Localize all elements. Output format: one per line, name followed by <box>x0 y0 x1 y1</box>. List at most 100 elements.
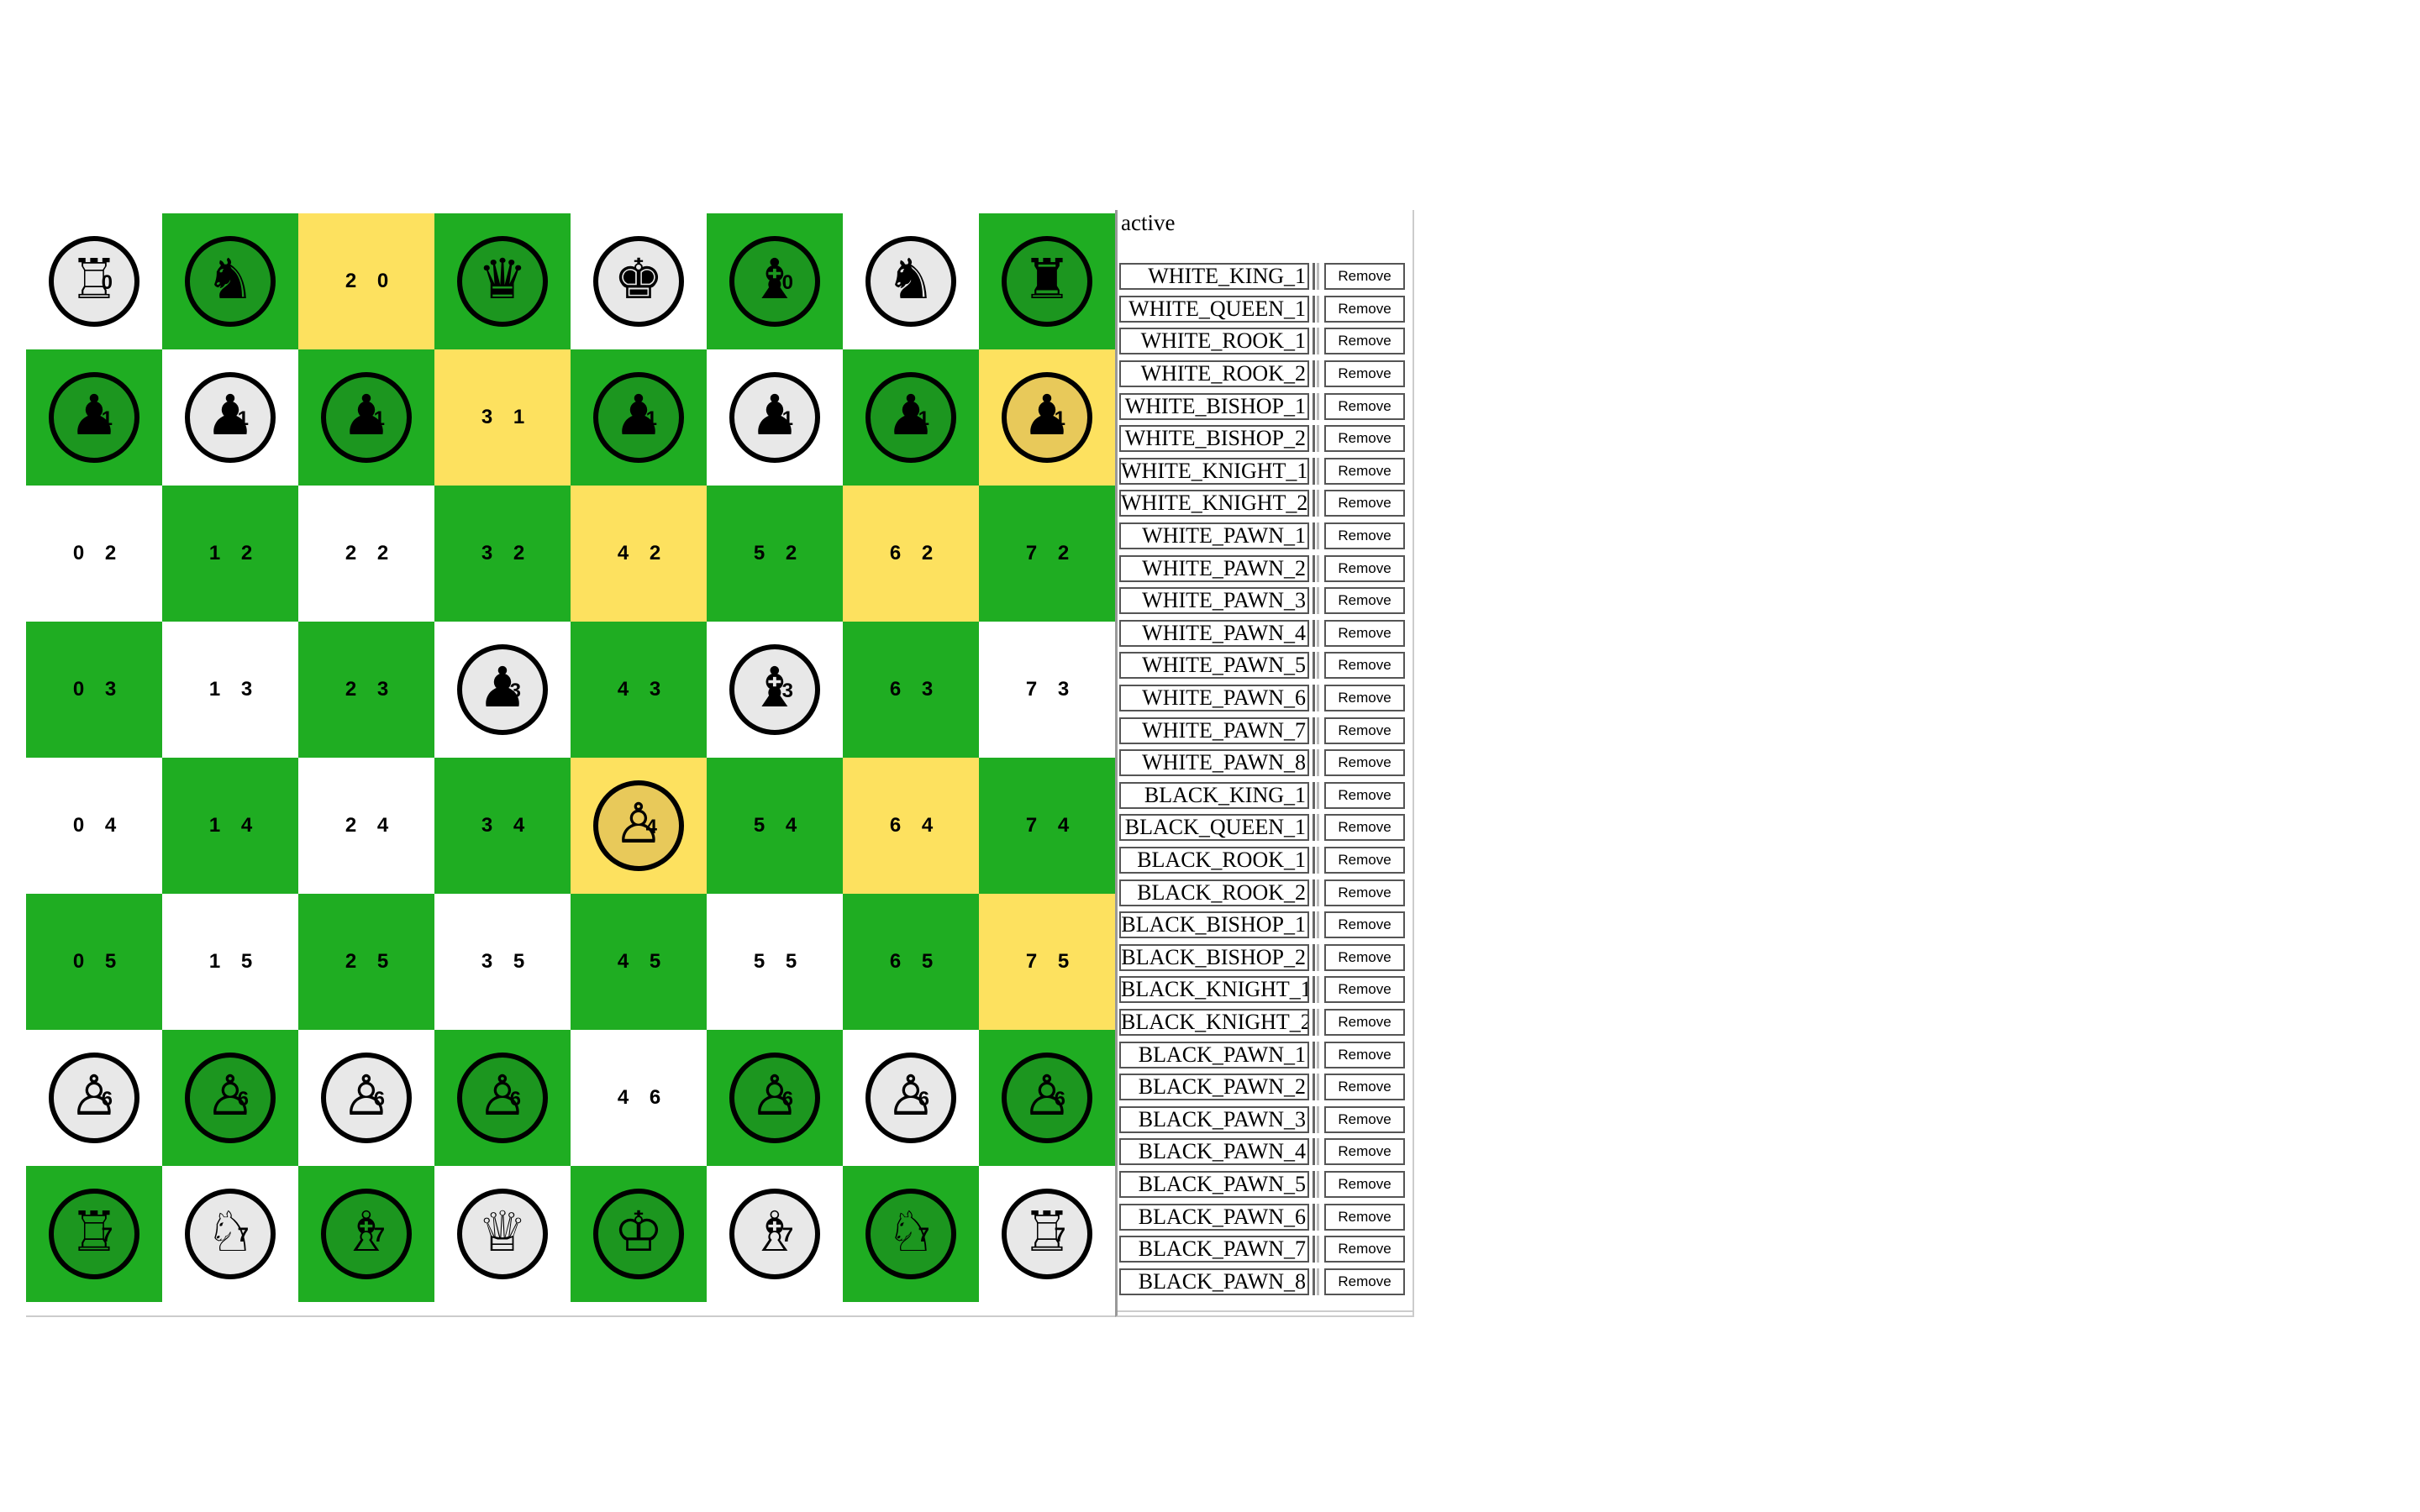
remove-button[interactable]: Remove <box>1324 295 1405 323</box>
chess-piece[interactable]: ♙ 6 <box>865 1053 956 1143</box>
chess-piece[interactable]: ♕ <box>457 1189 548 1279</box>
chess-piece[interactable]: ♘ 7 <box>865 1189 956 1279</box>
chess-piece[interactable]: ♟ 1 <box>865 372 956 463</box>
remove-button[interactable]: Remove <box>1324 1203 1405 1231</box>
board-square[interactable]: ♟ 3 <box>434 622 571 758</box>
chess-piece[interactable]: ♘ 7 <box>185 1189 276 1279</box>
board-square[interactable]: ♘ 7 <box>843 1166 979 1302</box>
chess-piece[interactable]: ♟ 1 <box>1002 372 1092 463</box>
board-square[interactable]: 5 2 <box>707 486 843 622</box>
board-square[interactable]: 1 3 <box>162 622 298 758</box>
chess-piece[interactable]: ♟ 1 <box>321 372 412 463</box>
chess-piece[interactable]: ♟ 1 <box>729 372 820 463</box>
chess-piece[interactable]: ♖ 7 <box>49 1189 139 1279</box>
chess-piece[interactable]: ♟ 1 <box>593 372 684 463</box>
remove-button[interactable]: Remove <box>1324 360 1405 388</box>
board-square[interactable]: 1 2 <box>162 486 298 622</box>
board-square[interactable]: 7 4 <box>979 758 1115 894</box>
remove-button[interactable]: Remove <box>1324 943 1405 971</box>
remove-button[interactable]: Remove <box>1324 814 1405 842</box>
board-square[interactable]: ♟ 1 <box>571 349 707 486</box>
board-square[interactable]: ♟ 1 <box>162 349 298 486</box>
board-square[interactable]: ♙ 6 <box>298 1030 434 1166</box>
board-square[interactable]: 4 2 <box>571 486 707 622</box>
remove-button[interactable]: Remove <box>1324 911 1405 939</box>
board-square[interactable]: 0 3 <box>26 622 162 758</box>
board-square[interactable]: 5 5 <box>707 894 843 1030</box>
chess-piece[interactable]: ♝ 0 <box>729 236 820 327</box>
board-square[interactable]: 6 3 <box>843 622 979 758</box>
board-square[interactable]: 7 3 <box>979 622 1115 758</box>
board-square[interactable]: ♙ 6 <box>162 1030 298 1166</box>
remove-button[interactable]: Remove <box>1324 1236 1405 1263</box>
remove-button[interactable]: Remove <box>1324 1041 1405 1068</box>
board-square[interactable]: 2 5 <box>298 894 434 1030</box>
remove-button[interactable]: Remove <box>1324 554 1405 582</box>
remove-button[interactable]: Remove <box>1324 263 1405 291</box>
board-square[interactable]: 7 2 <box>979 486 1115 622</box>
board-square[interactable]: ♖ 7 <box>979 1166 1115 1302</box>
remove-button[interactable]: Remove <box>1324 717 1405 744</box>
remove-button[interactable]: Remove <box>1324 587 1405 615</box>
board-square[interactable]: 4 5 <box>571 894 707 1030</box>
chess-piece[interactable]: ♞ <box>185 236 276 327</box>
remove-button[interactable]: Remove <box>1324 781 1405 809</box>
remove-button[interactable]: Remove <box>1324 490 1405 517</box>
board-square[interactable]: 6 5 <box>843 894 979 1030</box>
remove-button[interactable]: Remove <box>1324 522 1405 550</box>
chess-piece[interactable]: ♜ <box>1002 236 1092 327</box>
board-square[interactable]: 7 5 <box>979 894 1115 1030</box>
board-square[interactable]: 0 5 <box>26 894 162 1030</box>
remove-button[interactable]: Remove <box>1324 619 1405 647</box>
remove-button[interactable]: Remove <box>1324 1105 1405 1133</box>
board-square[interactable]: 4 3 <box>571 622 707 758</box>
board-square[interactable]: ♟ 1 <box>707 349 843 486</box>
board-square[interactable]: ♖ 0 <box>26 213 162 349</box>
remove-button[interactable]: Remove <box>1324 846 1405 874</box>
board-square[interactable]: 2 2 <box>298 486 434 622</box>
remove-button[interactable]: Remove <box>1324 328 1405 355</box>
chess-piece[interactable]: ♙ 6 <box>457 1053 548 1143</box>
remove-button[interactable]: Remove <box>1324 685 1405 712</box>
remove-button[interactable]: Remove <box>1324 652 1405 680</box>
chess-piece[interactable]: ♗ 7 <box>321 1189 412 1279</box>
board-square[interactable]: ♔ <box>571 1166 707 1302</box>
chess-piece[interactable]: ♔ <box>593 1189 684 1279</box>
board-square[interactable]: 3 5 <box>434 894 571 1030</box>
board-square[interactable]: 1 4 <box>162 758 298 894</box>
remove-button[interactable]: Remove <box>1324 1268 1405 1295</box>
chess-piece[interactable]: ♛ <box>457 236 548 327</box>
board-square[interactable]: ♝ 3 <box>707 622 843 758</box>
remove-button[interactable]: Remove <box>1324 457 1405 485</box>
chess-piece[interactable]: ♞ <box>865 236 956 327</box>
remove-button[interactable]: Remove <box>1324 749 1405 777</box>
chess-piece[interactable]: ♙ 6 <box>729 1053 820 1143</box>
chess-piece[interactable]: ♝ 3 <box>729 644 820 735</box>
chess-piece[interactable]: ♚ <box>593 236 684 327</box>
board-square[interactable]: ♛ <box>434 213 571 349</box>
board-square[interactable]: 2 4 <box>298 758 434 894</box>
board-square[interactable]: ♙ 6 <box>707 1030 843 1166</box>
remove-button[interactable]: Remove <box>1324 425 1405 453</box>
chess-piece[interactable]: ♟ 3 <box>457 644 548 735</box>
board-square[interactable]: ♙ 6 <box>979 1030 1115 1166</box>
board-square[interactable]: ♞ <box>843 213 979 349</box>
board-square[interactable]: ♗ 7 <box>707 1166 843 1302</box>
remove-button[interactable]: Remove <box>1324 879 1405 906</box>
remove-button[interactable]: Remove <box>1324 1074 1405 1101</box>
chess-piece[interactable]: ♙ 4 <box>593 780 684 871</box>
board-square[interactable]: ♚ <box>571 213 707 349</box>
board-square[interactable]: 3 1 <box>434 349 571 486</box>
board-square[interactable]: 4 6 <box>571 1030 707 1166</box>
board-square[interactable]: ♟ 1 <box>26 349 162 486</box>
remove-button[interactable]: Remove <box>1324 392 1405 420</box>
chess-piece[interactable]: ♟ 1 <box>185 372 276 463</box>
chess-piece[interactable]: ♟ 1 <box>49 372 139 463</box>
board-square[interactable]: ♗ 7 <box>298 1166 434 1302</box>
board-square[interactable]: 1 5 <box>162 894 298 1030</box>
chess-piece[interactable]: ♙ 6 <box>49 1053 139 1143</box>
chess-piece[interactable]: ♙ 6 <box>1002 1053 1092 1143</box>
board-square[interactable]: ♟ 1 <box>843 349 979 486</box>
board-square[interactable]: 0 4 <box>26 758 162 894</box>
board-square[interactable]: 3 4 <box>434 758 571 894</box>
